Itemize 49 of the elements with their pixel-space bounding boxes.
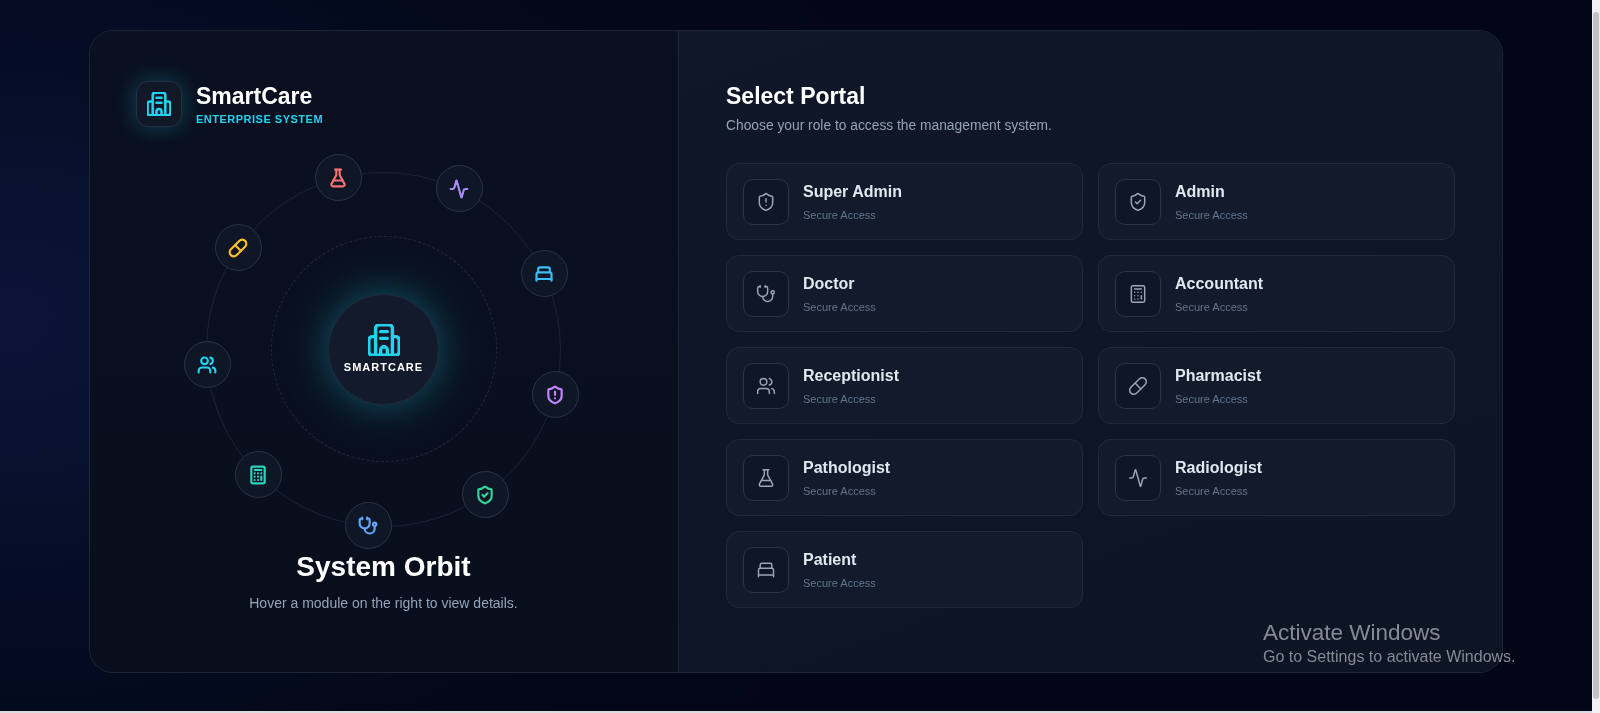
activation-message: Go to Settings to activate Windows.: [1263, 647, 1516, 667]
portal-card[interactable]: Pharmacist Secure Access: [1098, 347, 1455, 424]
portal-card[interactable]: Accountant Secure Access: [1098, 255, 1455, 332]
building-icon: [367, 324, 400, 356]
portal-access-label: Secure Access: [1175, 207, 1248, 222]
scrollbar-thumb[interactable]: [1593, 12, 1599, 699]
brand-name: SmartCare: [196, 82, 314, 109]
portal-title: Admin: [1175, 181, 1226, 202]
portal-card[interactable]: Pathologist Secure Access: [726, 439, 1083, 516]
portal-title: Super Admin: [803, 181, 902, 202]
portal-heading: Select Portal: [726, 82, 867, 110]
flask-icon: [743, 454, 789, 501]
portal-access-label: Secure Access: [1175, 483, 1249, 498]
people-icon: [743, 362, 789, 409]
scrollbar[interactable]: [1592, 0, 1600, 713]
hub-label: SMARTCARE: [343, 361, 424, 374]
shield-check-icon: [1115, 178, 1161, 225]
shield-alert-icon: [743, 178, 789, 225]
portal-access-label: Secure Access: [803, 483, 877, 498]
portal-access-label: Secure Access: [803, 299, 876, 314]
pill-icon: [1115, 362, 1161, 409]
portal-access-label: Secure Access: [1175, 391, 1249, 406]
calculator-icon: [1115, 270, 1161, 317]
pulse-icon: [1115, 454, 1161, 501]
portal-card[interactable]: Radiologist Secure Access: [1098, 439, 1455, 516]
portal-title: Patient: [803, 549, 858, 570]
portal-card[interactable]: Patient Secure Access: [726, 531, 1083, 608]
building-icon: [136, 81, 182, 127]
portal-access-label: Secure Access: [803, 575, 876, 590]
orbit-title: System Orbit: [295, 550, 472, 584]
orbit-hint: Hover a module on the right to view details.: [248, 594, 519, 612]
portal-access-label: Secure Access: [803, 391, 877, 406]
bed-icon: [743, 546, 789, 593]
portal-card[interactable]: Super Admin Secure Access: [726, 163, 1083, 240]
activation-title: Activate Windows: [1263, 619, 1442, 647]
portal-subheading: Choose your role to access the management system.: [726, 117, 1053, 135]
portal-title: Receptionist: [803, 365, 899, 386]
portal-title: Radiologist: [1175, 457, 1263, 478]
stethoscope-icon: [743, 270, 789, 317]
portal-title: Accountant: [1175, 273, 1263, 294]
portal-title: Pharmacist: [1175, 365, 1262, 386]
portal-card[interactable]: Doctor Secure Access: [726, 255, 1083, 332]
portal-card[interactable]: Admin Secure Access: [1098, 163, 1455, 240]
brand-tagline: ENTERPRISE SYSTEM: [196, 111, 324, 126]
portal-access-label: Secure Access: [1175, 299, 1249, 314]
portal-access-label: Secure Access: [803, 207, 877, 222]
portal-title: Pathologist: [803, 457, 891, 478]
portal-card[interactable]: Receptionist Secure Access: [726, 347, 1083, 424]
portal-title: Doctor: [803, 273, 856, 294]
